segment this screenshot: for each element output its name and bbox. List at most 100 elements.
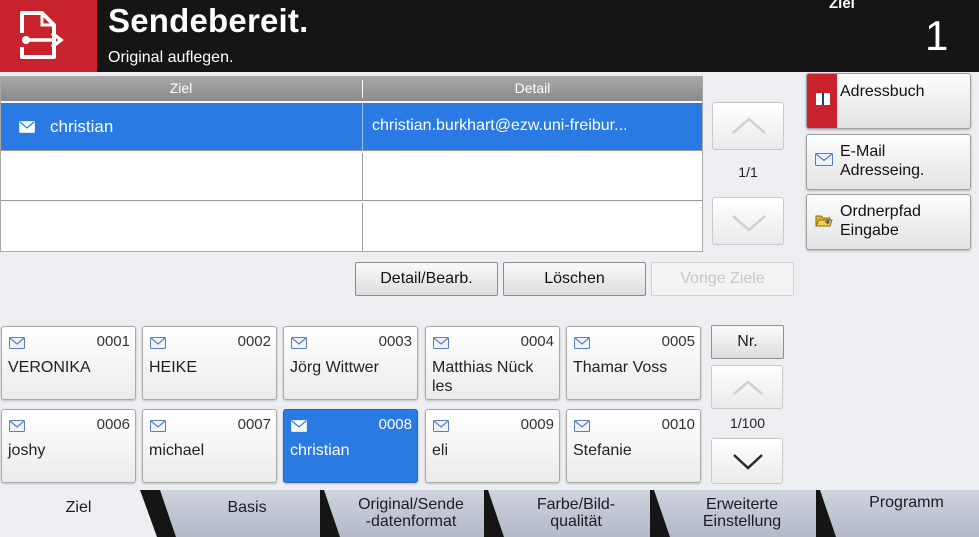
tab-ziel[interactable]: Ziel [0, 490, 157, 537]
folder-icon [815, 213, 833, 233]
tab-advanced-settings[interactable]: Erweiterte Einstellung [654, 490, 816, 537]
address-book-icon [815, 92, 831, 111]
entry-name: joshy [8, 442, 46, 459]
entry-name: Matthias Nück les [432, 359, 534, 395]
email-icon [574, 336, 590, 354]
entry-name: VERONIKA [8, 359, 91, 376]
email-icon [291, 419, 307, 437]
entry-number: 0009 [520, 416, 554, 433]
delete-button[interactable]: Löschen [503, 262, 646, 296]
entry-name: eli [432, 442, 449, 459]
email-icon [9, 336, 25, 354]
tab-original-label-line1: Original/Sende [358, 496, 464, 513]
address-entry[interactable]: 0001 VERONIKA [1, 326, 136, 400]
entry-number: 0010 [661, 416, 695, 433]
email-entry-label: E-Mail Adresseing. [840, 142, 925, 180]
entry-name: Jörg Wittwer [290, 359, 379, 376]
email-icon [150, 336, 166, 354]
status-title: Sendebereit. [108, 2, 309, 39]
chevron-down-icon [732, 215, 766, 232]
address-scroll-up-button[interactable] [711, 365, 783, 409]
address-entry[interactable]: 0005 Thamar Voss [566, 326, 701, 400]
address-entry[interactable]: 0004 Matthias Nück les [425, 326, 560, 400]
tab-program-label: Programm [869, 494, 944, 511]
cell-divider [362, 153, 363, 201]
address-entry[interactable]: 0003 Jörg Wittwer [283, 326, 418, 400]
entry-name: HEIKE [149, 359, 198, 376]
address-entry[interactable]: 0007 michael [142, 409, 277, 483]
email-icon [150, 419, 166, 437]
email-entry-button[interactable]: E-Mail Adresseing. [806, 134, 971, 190]
destination-count-label: Ziel [829, 0, 855, 12]
tab-ziel-label: Ziel [65, 499, 92, 516]
number-search-button[interactable]: Nr. [711, 325, 784, 359]
table-row[interactable]: christian christian.burkhart@ezw.uni-fre… [1, 103, 702, 151]
address-book-button[interactable]: Adressbuch [806, 73, 971, 129]
table-row[interactable] [1, 203, 702, 251]
folder-path-button[interactable]: Ordnerpfad Eingabe [806, 194, 971, 250]
entry-number: 0007 [237, 416, 271, 433]
entry-number: 0002 [237, 333, 271, 350]
entry-number: 0004 [520, 333, 554, 350]
address-entry[interactable]: 0006 joshy [1, 409, 136, 483]
previous-destinations-button[interactable]: Vorige Ziele [651, 262, 794, 296]
folder-path-label-line1: Ordnerpfad [840, 203, 921, 220]
address-entry[interactable]: 0010 Stefanie [566, 409, 701, 483]
column-header-ziel: Ziel [169, 80, 193, 96]
email-icon [815, 153, 833, 171]
chevron-up-icon [733, 380, 763, 395]
address-page-indicator: 1/100 [729, 415, 766, 431]
status-header: Sendebereit. Original auflegen. Ziel 1 [0, 0, 979, 72]
email-icon [433, 419, 449, 437]
column-header-detail: Detail [514, 80, 551, 96]
entry-name: christian [290, 442, 350, 459]
tab-color-label-line2: qualität [550, 513, 602, 530]
destination-table: Ziel Detail christian christian.burkhart… [0, 76, 703, 252]
chevron-down-icon [733, 454, 763, 470]
table-row[interactable] [1, 153, 702, 201]
email-icon [433, 336, 449, 354]
destination-page-indicator: 1/1 [738, 164, 758, 180]
entry-number: 0006 [96, 416, 130, 433]
tab-program[interactable]: Programm [820, 490, 979, 537]
tab-basis-label: Basis [227, 499, 267, 516]
destination-detail: christian.burkhart@ezw.uni-freibur... [372, 117, 628, 134]
tab-advanced-label-line2: Einstellung [702, 513, 782, 530]
email-icon [291, 336, 307, 354]
tab-original-label-line2: -datenformat [365, 513, 457, 530]
email-icon [19, 120, 35, 138]
tab-color-label-line1: Farbe/Bild- [536, 496, 616, 513]
entry-number: 0008 [378, 416, 412, 433]
entry-number: 0005 [661, 333, 695, 350]
folder-path-label: Ordnerpfad Eingabe [840, 202, 921, 240]
cell-divider [362, 103, 363, 151]
tab-basis[interactable]: Basis [160, 490, 320, 537]
cell-divider [362, 203, 363, 251]
status-subtitle: Original auflegen. [108, 49, 234, 66]
address-entry[interactable]: 0009 eli [425, 409, 560, 483]
tab-advanced-label-line1: Erweiterte [705, 496, 779, 513]
entry-name: michael [149, 442, 205, 459]
scroll-down-button[interactable] [712, 197, 784, 245]
send-document-icon [0, 0, 97, 72]
entry-number: 0003 [378, 333, 412, 350]
tab-color-quality[interactable]: Farbe/Bild- qualität [488, 490, 650, 537]
address-book-label: Adressbuch [840, 83, 925, 100]
address-entry[interactable]: 0002 HEIKE [142, 326, 277, 400]
table-header: Ziel Detail [1, 77, 702, 101]
detail-edit-button[interactable]: Detail/Bearb. [355, 262, 498, 296]
destination-count: 1 [925, 12, 949, 59]
scroll-up-button[interactable] [712, 102, 784, 150]
tab-original-format[interactable]: Original/Sende -datenformat [324, 490, 484, 537]
address-scroll-down-button[interactable] [711, 438, 783, 484]
chevron-up-icon [732, 117, 766, 134]
email-entry-label-line2: Adresseing. [840, 162, 925, 179]
entry-name: Stefanie [573, 442, 632, 459]
email-icon [574, 419, 590, 437]
email-entry-label-line1: E-Mail [840, 143, 886, 160]
entry-number: 0001 [96, 333, 130, 350]
function-tabs: Ziel Basis Original/Sende -datenformat F… [0, 490, 979, 537]
address-entry-selected[interactable]: 0008 christian [283, 409, 418, 483]
email-icon [9, 419, 25, 437]
folder-path-label-line2: Eingabe [840, 222, 899, 239]
